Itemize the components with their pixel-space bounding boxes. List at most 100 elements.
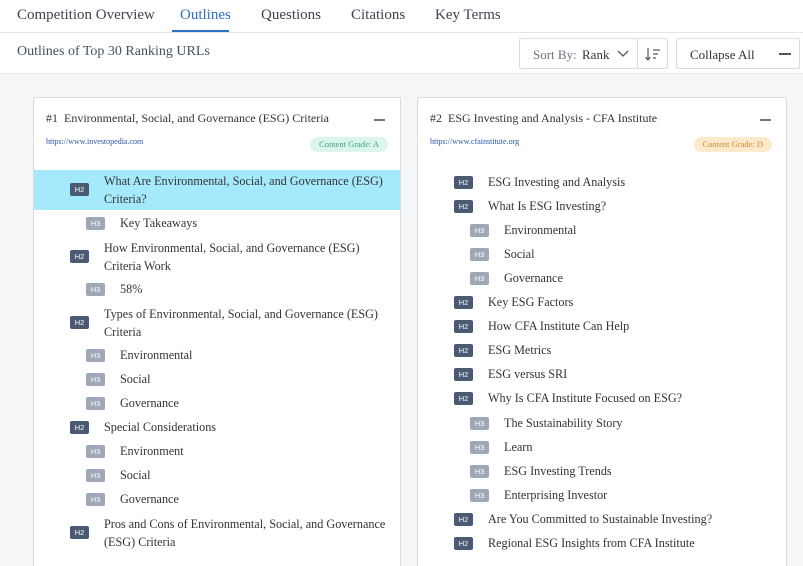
active-tab-indicator [172, 30, 229, 32]
outline-item[interactable]: H3 Environmental [34, 345, 400, 367]
heading-level-badge: H2 [454, 392, 473, 405]
sort-direction-button[interactable] [637, 38, 668, 69]
outlines-title: Outlines of Top 30 Ranking URLs [17, 44, 210, 59]
outline-card-1: #1 Environmental, Social, and Governance … [33, 97, 401, 566]
heading-level-badge: H2 [454, 513, 473, 526]
outline-item-text: The Sustainability Story [504, 416, 623, 430]
outline-item-text: Social [120, 372, 151, 386]
heading-level-badge: H3 [86, 349, 105, 362]
outline-item-text: Learn [504, 440, 533, 454]
outline-item-text: Special Considerations [104, 420, 217, 434]
outline-item[interactable]: H3 Key Takeaways [34, 213, 400, 235]
outline-item[interactable]: H3 Environmental [418, 220, 786, 242]
outline-item-text: How Environmental, Social, and Governanc… [104, 241, 360, 273]
tab-bar: Competition Overview Outlines Questions … [0, 0, 803, 33]
chevron-down-icon [617, 50, 629, 57]
heading-level-badge: H2 [454, 176, 473, 189]
outline-card-2: #2 ESG Investing and Analysis - CFA Insti… [417, 97, 787, 566]
content-grade-badge: Content Grade: A [310, 137, 388, 152]
heading-level-badge: H2 [70, 421, 89, 434]
outline-item[interactable]: H3 Learn [418, 437, 786, 459]
outline-item[interactable]: H3 Social [418, 244, 786, 266]
collapse-card-icon[interactable] [374, 119, 385, 121]
outline-item[interactable]: H3 Governance [418, 268, 786, 290]
collapse-all-button[interactable]: Collapse All [676, 38, 800, 69]
outline-item-text: Social [120, 468, 151, 482]
outline-item-text: Environment [120, 444, 184, 458]
outline-item[interactable]: H3 Governance [34, 393, 400, 415]
outline-item-text: Regional ESG Insights from CFA Institute [488, 536, 695, 550]
heading-level-badge: H2 [454, 320, 473, 333]
outline-item-text: Governance [120, 492, 179, 506]
tab-citations[interactable]: Citations [351, 7, 405, 24]
heading-level-badge: H2 [454, 296, 473, 309]
content-grade-badge: Content Grade: D [693, 137, 772, 152]
collapse-card-icon[interactable] [760, 119, 771, 121]
heading-level-badge: H3 [86, 283, 105, 296]
outline-item[interactable]: H2 Are You Committed to Sustainable Inve… [418, 509, 786, 531]
collapse-all-label: Collapse All [690, 47, 755, 62]
tab-key-terms[interactable]: Key Terms [435, 7, 501, 24]
card-url-link[interactable]: https://www.investopedia.com [46, 137, 143, 146]
sort-by-value: Rank [582, 47, 610, 62]
outline-item[interactable]: H2 Why Is CFA Institute Focused on ESG? [418, 388, 786, 410]
outline-item[interactable]: H2 Special Considerations [34, 417, 400, 439]
outline-item[interactable]: H2 Regional ESG Insights from CFA Instit… [418, 533, 786, 555]
outline-item[interactable]: H3 Governance [34, 489, 400, 511]
outline-item-text: What Is ESG Investing? [488, 199, 607, 213]
heading-level-badge: H3 [470, 489, 489, 502]
outline-item-text: Are You Committed to Sustainable Investi… [488, 512, 713, 526]
heading-level-badge: H3 [86, 493, 105, 506]
outline-item-text: Governance [120, 396, 179, 410]
outline-item[interactable]: H2 Key ESG Factors [418, 292, 786, 314]
outline-item-text: What Are Environmental, Social, and Gove… [104, 174, 383, 206]
heading-level-badge: H2 [70, 526, 89, 539]
heading-level-badge: H2 [454, 200, 473, 213]
heading-level-badge: H2 [70, 183, 89, 196]
outline-item[interactable]: H3 Social [34, 369, 400, 391]
outline-item[interactable]: H2 What Is ESG Investing? [418, 196, 786, 218]
outline-item[interactable]: H2 ESG versus SRI [418, 364, 786, 386]
heading-level-badge: H3 [470, 272, 489, 285]
outline-item[interactable]: H3 ESG Investing Trends [418, 461, 786, 483]
outline-item[interactable]: H3 58% [34, 279, 400, 301]
heading-level-badge: H3 [470, 441, 489, 454]
outline-item[interactable]: H2 ESG Metrics [418, 340, 786, 362]
outline-item[interactable]: H2 Pros and Cons of Environmental, Socia… [34, 514, 400, 554]
outline-item-text: Enterprising Investor [504, 488, 608, 502]
card-rank: #1 [46, 111, 58, 125]
outline-item-text: ESG Investing Trends [504, 464, 612, 478]
outline-item-text: 58% [120, 282, 143, 296]
heading-level-badge: H3 [86, 469, 105, 482]
heading-level-badge: H3 [470, 248, 489, 261]
heading-level-badge: H3 [470, 224, 489, 237]
outline-item-text: How CFA Institute Can Help [488, 319, 630, 333]
outline-item[interactable]: H2 What Are Environmental, Social, and G… [34, 170, 400, 210]
card-url-link[interactable]: https://www.cfainstitute.org [430, 137, 519, 146]
outline-item[interactable]: H2 How CFA Institute Can Help [418, 316, 786, 338]
outlines-toolbar: Outlines of Top 30 Ranking URLs Sort By:… [0, 33, 803, 74]
card-rank: #2 [430, 111, 442, 125]
tab-competition-overview[interactable]: Competition Overview [17, 7, 155, 24]
outline-item-text: Key ESG Factors [488, 295, 574, 309]
outline-item[interactable]: H2 Types of Environmental, Social, and G… [34, 304, 400, 344]
outline-item[interactable]: H3 Enterprising Investor [418, 485, 786, 507]
outline-item-text: Environmental [120, 348, 193, 362]
outline-item-text: ESG Investing and Analysis [488, 175, 626, 189]
tab-outlines[interactable]: Outlines [180, 7, 231, 24]
outline-item-text: Types of Environmental, Social, and Gove… [104, 307, 378, 339]
outline-item[interactable]: H2 How Environmental, Social, and Govern… [34, 238, 400, 278]
outline-item[interactable]: H2 ESG Investing and Analysis [418, 172, 786, 194]
tab-questions[interactable]: Questions [261, 7, 321, 24]
outline-item[interactable]: H3 The Sustainability Story [418, 413, 786, 435]
outline-item-text: Pros and Cons of Environmental, Social, … [104, 517, 386, 549]
outline-item[interactable]: H3 Social [34, 465, 400, 487]
outline-item[interactable]: H3 Environment [34, 441, 400, 463]
heading-level-badge: H3 [470, 417, 489, 430]
sort-by-select[interactable]: Sort By: Rank [519, 38, 638, 69]
heading-level-badge: H3 [86, 373, 105, 386]
sort-by-label: Sort By: [533, 47, 577, 62]
heading-level-badge: H3 [86, 217, 105, 230]
heading-level-badge: H2 [454, 537, 473, 550]
outline-item-text: ESG versus SRI [488, 367, 568, 381]
